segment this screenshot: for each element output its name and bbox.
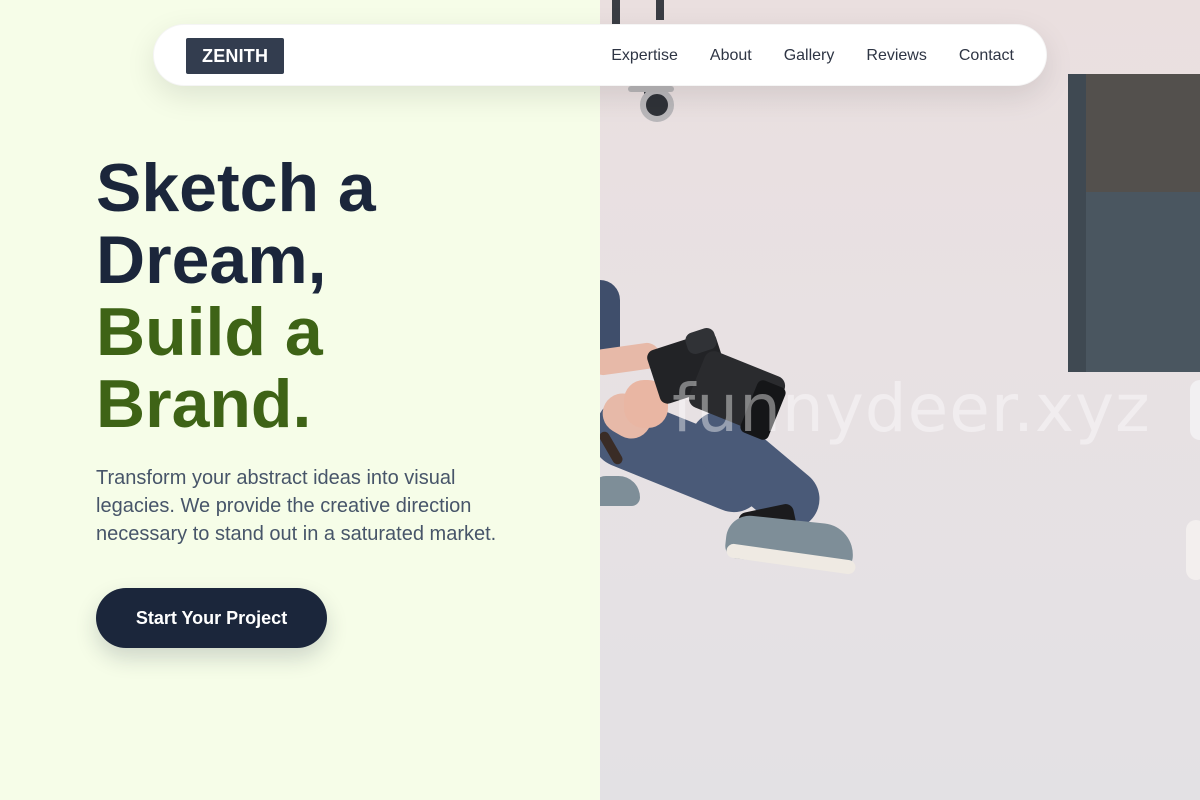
stand-wheel xyxy=(640,88,674,122)
hero-title-accent-line: Build a xyxy=(96,294,323,370)
partial-figure xyxy=(1190,380,1200,440)
nav-link-about[interactable]: About xyxy=(710,47,752,65)
nav-links: Expertise About Gallery Reviews Contact xyxy=(611,25,1014,87)
hero-title-line: Sketch a xyxy=(96,150,376,226)
stand-leg xyxy=(612,0,620,24)
brand-logo[interactable]: ZENITH xyxy=(186,38,285,74)
hero-description: Transform your abstract ideas into visua… xyxy=(96,467,497,545)
navbar: ZENITH Expertise About Gallery Reviews C… xyxy=(153,24,1047,86)
start-project-button[interactable]: Start Your Project xyxy=(96,588,327,648)
studio-box-side xyxy=(1068,74,1086,372)
studio-box-front xyxy=(1068,192,1200,372)
photographer-shoe xyxy=(600,476,640,506)
nav-link-reviews[interactable]: Reviews xyxy=(866,47,926,65)
stand-leg xyxy=(656,0,664,20)
nav-link-gallery[interactable]: Gallery xyxy=(784,47,835,65)
hero-title: Sketch a Dream, Build a Brand. xyxy=(96,152,576,440)
hero-title-accent-line: Brand. xyxy=(96,366,312,442)
nav-link-expertise[interactable]: Expertise xyxy=(611,47,678,65)
hero-title-line: Dream, xyxy=(96,222,327,298)
studio-box-top xyxy=(1080,74,1200,198)
nav-link-contact[interactable]: Contact xyxy=(959,47,1014,65)
studio-box xyxy=(1068,74,1200,372)
partial-figure xyxy=(1186,520,1200,580)
image-watermark: funnydeer.xyz xyxy=(672,370,1151,447)
